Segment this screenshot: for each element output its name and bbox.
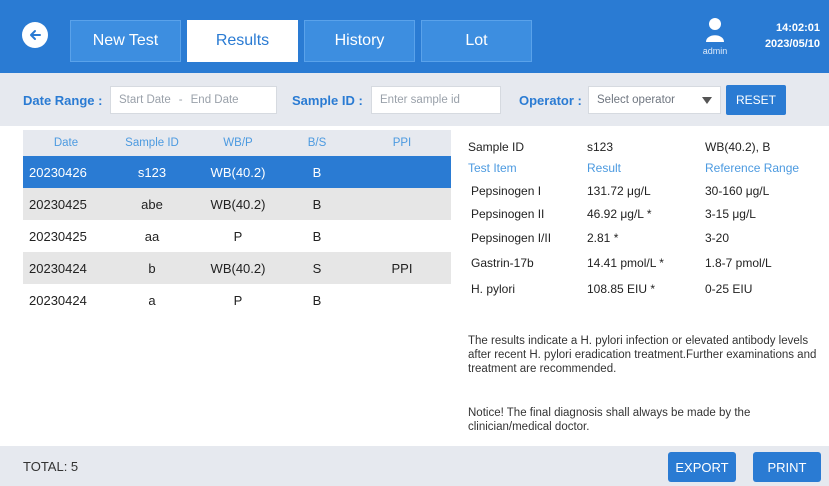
filter-bar: Date Range : Start Date - End Date Sampl… [0,73,829,126]
sample-id-label: Sample ID : [292,93,363,108]
cell-bs: B [312,292,322,308]
cell-bs: S [312,260,322,276]
detail-item-result: 46.92 μg/L * [587,207,652,221]
detail-sample-id-value: s123 [587,140,614,154]
cell-ppi [353,220,451,252]
cell-bs: B [312,196,322,212]
detail-item-row: Gastrin-17b 14.41 pmol/L * 1.8-7 pmol/L [468,256,823,276]
table-header: Date Sample ID WB/P B/S PPI [23,130,451,156]
detail-sample-row: Sample ID s123 WB(40.2), B [468,140,823,160]
detail-item-name: H. pylori [471,282,516,296]
column-header-sample-id[interactable]: Sample ID [109,130,195,156]
cell-bs: B [312,228,322,244]
detail-item-name: Pepsinogen I/II [471,231,552,245]
detail-header-result: Result [587,161,622,175]
cell-wbp: WB(40.2) [210,260,266,276]
cell-sample-id: s123 [137,164,167,180]
cell-ppi [353,284,451,316]
cell-ppi [353,156,451,188]
tab-new-test[interactable]: New Test [70,20,181,62]
user-icon [705,16,725,49]
detail-item-reference: 3-20 [705,231,730,245]
detail-header-test-item: Test Item [468,161,517,175]
detail-item-result: 131.72 μg/L [587,184,651,198]
results-table: Date Sample ID WB/P B/S PPI 20230426 s12… [23,130,451,316]
clock-date: 2023/05/10 [764,38,820,50]
print-button[interactable]: PRINT [753,452,821,482]
notice-text: Notice! The final diagnosis shall always… [468,407,751,433]
detail-sample-type: WB(40.2), B [705,140,771,154]
detail-item-reference: 30-160 μg/L [705,184,770,198]
column-header-ppi[interactable]: PPI [353,130,451,156]
cell-bs: B [312,164,322,180]
cell-ppi [353,188,451,220]
back-arrow-icon [27,27,43,43]
cell-date: 20230425 [29,228,87,244]
detail-column-headers: Test Item Result Reference Range [468,161,823,181]
cell-date: 20230424 [29,260,87,276]
cell-ppi: PPI [391,260,413,276]
cell-sample-id: b [148,260,156,276]
table-row[interactable]: 20230425 abe WB(40.2) B [23,188,451,220]
table-row[interactable]: 20230424 a P B [23,284,451,316]
reset-button[interactable]: RESET [726,85,786,115]
operator-select-value: Select operator [597,94,675,106]
cell-wbp: WB(40.2) [210,196,266,212]
tab-results[interactable]: Results [187,20,298,62]
detail-item-result: 2.81 * [587,231,619,245]
column-header-wbp[interactable]: WB/P [195,130,281,156]
detail-item-row: Pepsinogen II 46.92 μg/L * 3-15 μg/L [468,207,823,227]
detail-item-row: Pepsinogen I/II 2.81 * 3-20 [468,231,823,251]
user-account[interactable]: admin [700,16,730,60]
total-count: TOTAL: 5 [23,459,79,474]
detail-item-name: Pepsinogen I [471,184,542,198]
column-header-date[interactable]: Date [23,130,109,156]
cell-wbp: P [233,228,243,244]
cell-sample-id: abe [141,196,163,212]
detail-sample-id-label: Sample ID [468,140,525,154]
table-row[interactable]: 20230424 b WB(40.2) S PPI [23,252,451,284]
column-header-bs[interactable]: B/S [281,130,353,156]
clock: 14:02:01 2023/05/10 [728,20,820,52]
clock-time: 14:02:01 [775,22,820,34]
detail-item-name: Pepsinogen II [471,207,545,221]
sample-id-input[interactable]: Enter sample id [371,86,501,114]
back-button[interactable] [22,22,48,48]
user-name: admin [702,46,728,56]
end-date-field[interactable]: End Date [191,94,239,106]
top-bar: New Test Results History Lot admin 14:02… [0,0,829,73]
detail-item-result: 108.85 EIU * [587,282,656,296]
cell-date: 20230426 [29,164,87,180]
detail-item-result: 14.41 pmol/L * [587,256,664,270]
date-range-label: Date Range : [23,93,103,108]
dropdown-arrow-icon [702,97,712,104]
detail-item-reference: 0-25 EIU [705,282,753,296]
cell-date: 20230425 [29,196,87,212]
footer-bar: TOTAL: 5 EXPORT PRINT [0,446,829,486]
cell-wbp: WB(40.2) [210,164,266,180]
main-tabs: New Test Results History Lot [70,20,538,62]
detail-item-reference: 1.8-7 pmol/L [705,256,772,270]
operator-label: Operator : [519,93,582,108]
start-date-field[interactable]: Start Date [119,94,171,106]
cell-sample-id: aa [144,228,160,244]
date-separator: - [178,94,183,106]
export-button[interactable]: EXPORT [668,452,736,482]
table-row[interactable]: 20230426 s123 WB(40.2) B [23,156,451,188]
operator-select[interactable]: Select operator [588,86,721,114]
detail-item-reference: 3-15 μg/L [705,207,756,221]
interpretation-text: The results indicate a H. pylori infecti… [468,335,817,375]
date-range-input[interactable]: Start Date - End Date [110,86,277,114]
detail-item-name: Gastrin-17b [471,256,534,270]
detail-header-reference: Reference Range [705,161,800,175]
cell-sample-id: a [148,292,156,308]
cell-date: 20230424 [29,292,87,308]
tab-lot[interactable]: Lot [421,20,532,62]
cell-wbp: P [233,292,243,308]
detail-item-row: Pepsinogen I 131.72 μg/L 30-160 μg/L [468,184,823,204]
detail-item-row: H. pylori 108.85 EIU * 0-25 EIU [468,282,823,302]
table-row[interactable]: 20230425 aa P B [23,220,451,252]
tab-history[interactable]: History [304,20,415,62]
